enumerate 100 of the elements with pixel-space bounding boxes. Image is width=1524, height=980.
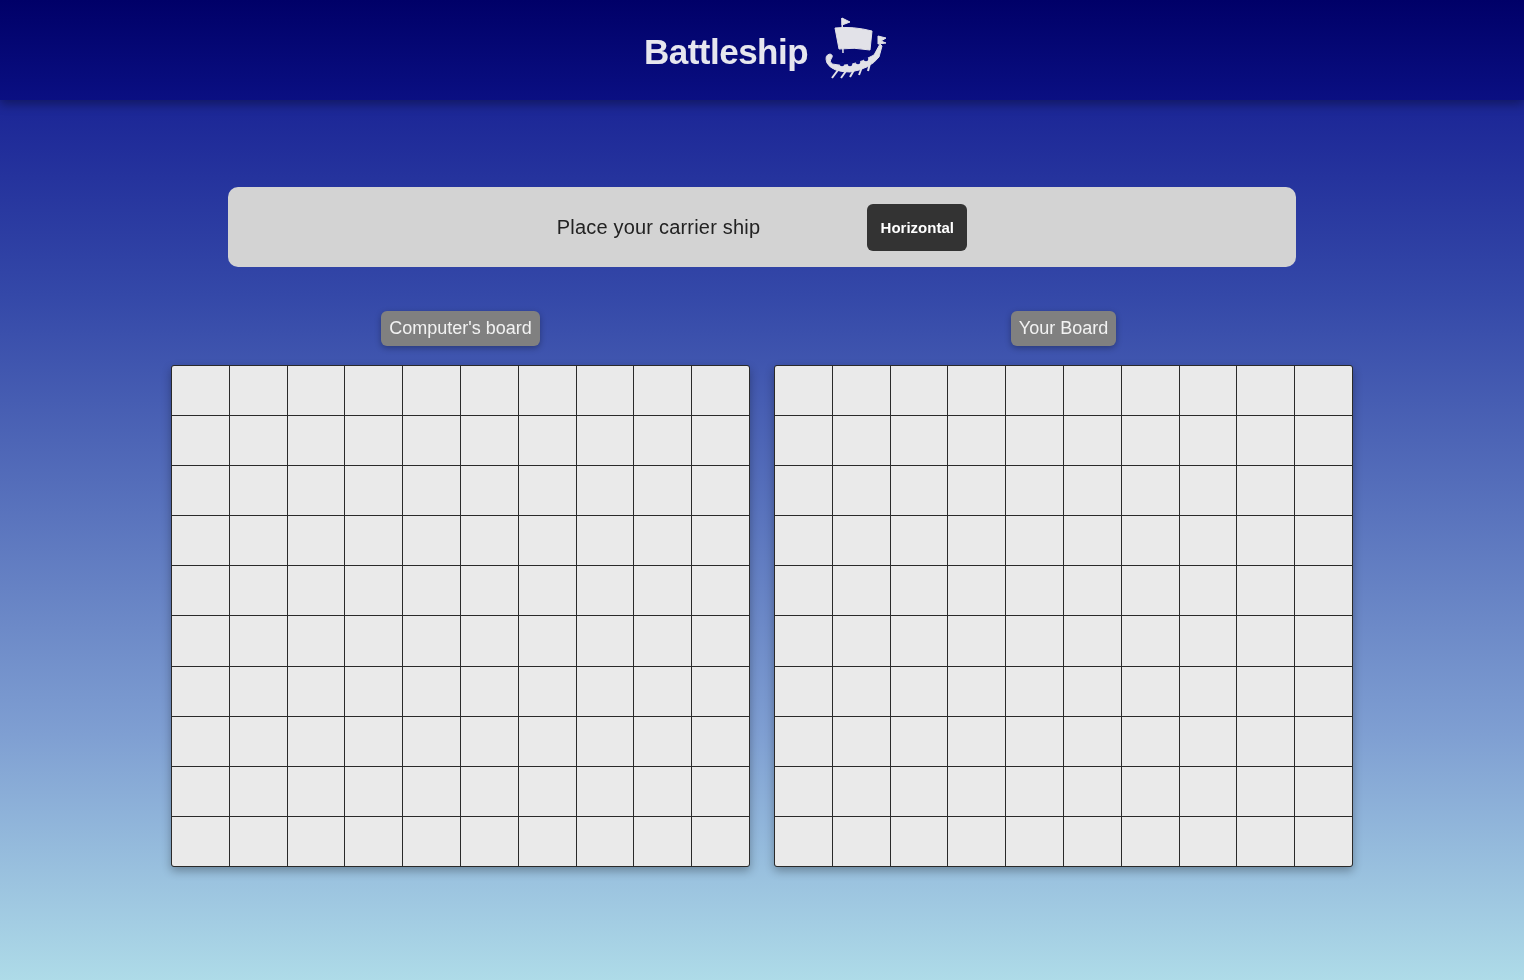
board-cell[interactable] (775, 366, 832, 416)
board-cell[interactable] (1295, 766, 1352, 816)
board-cell[interactable] (518, 616, 576, 666)
board-cell[interactable] (890, 666, 948, 716)
board-cell[interactable] (518, 566, 576, 616)
board-cell[interactable] (172, 766, 229, 816)
board-cell[interactable] (287, 416, 345, 466)
board-cell[interactable] (832, 366, 890, 416)
board-cell[interactable] (1121, 716, 1179, 766)
board-cell[interactable] (403, 766, 460, 816)
board-cell[interactable] (229, 666, 287, 716)
board-cell[interactable] (832, 616, 890, 666)
board-cell[interactable] (1006, 466, 1063, 516)
board-cell[interactable] (775, 666, 832, 716)
board-cell[interactable] (775, 716, 832, 766)
board-cell[interactable] (1295, 816, 1352, 866)
board-cell[interactable] (1295, 616, 1352, 666)
board-cell[interactable] (692, 666, 749, 716)
board-cell[interactable] (1179, 816, 1237, 866)
board-cell[interactable] (634, 716, 692, 766)
board-cell[interactable] (1295, 666, 1352, 716)
board-cell[interactable] (1121, 616, 1179, 666)
board-cell[interactable] (1064, 616, 1121, 666)
board-cell[interactable] (229, 516, 287, 566)
board-cell[interactable] (1121, 566, 1179, 616)
board-cell[interactable] (172, 666, 229, 716)
board-cell[interactable] (775, 766, 832, 816)
board-cell[interactable] (287, 566, 345, 616)
board-cell[interactable] (345, 516, 403, 566)
board-cell[interactable] (1064, 516, 1121, 566)
board-cell[interactable] (345, 716, 403, 766)
board-cell[interactable] (576, 716, 634, 766)
board-cell[interactable] (1006, 616, 1063, 666)
board-cell[interactable] (1237, 816, 1295, 866)
board-cell[interactable] (287, 666, 345, 716)
board-cell[interactable] (1179, 566, 1237, 616)
board-cell[interactable] (634, 766, 692, 816)
board-cell[interactable] (229, 566, 287, 616)
board-cell[interactable] (1295, 566, 1352, 616)
board-cell[interactable] (634, 416, 692, 466)
board-cell[interactable] (948, 416, 1006, 466)
board-cell[interactable] (172, 616, 229, 666)
board-cell[interactable] (287, 366, 345, 416)
board-cell[interactable] (890, 416, 948, 466)
board-cell[interactable] (775, 416, 832, 466)
board-cell[interactable] (403, 816, 460, 866)
board-cell[interactable] (1179, 366, 1237, 416)
board-cell[interactable] (518, 516, 576, 566)
board-cell[interactable] (1064, 366, 1121, 416)
board-cell[interactable] (1237, 616, 1295, 666)
board-cell[interactable] (518, 716, 576, 766)
board-cell[interactable] (461, 766, 518, 816)
board-cell[interactable] (345, 666, 403, 716)
board-cell[interactable] (172, 516, 229, 566)
board-cell[interactable] (832, 816, 890, 866)
board-cell[interactable] (775, 466, 832, 516)
board-cell[interactable] (461, 616, 518, 666)
board-cell[interactable] (1006, 716, 1063, 766)
board-cell[interactable] (345, 416, 403, 466)
board-cell[interactable] (345, 816, 403, 866)
board-cell[interactable] (948, 516, 1006, 566)
board-cell[interactable] (1064, 716, 1121, 766)
board-cell[interactable] (461, 666, 518, 716)
board-cell[interactable] (345, 566, 403, 616)
board-cell[interactable] (948, 366, 1006, 416)
board-cell[interactable] (832, 416, 890, 466)
board-cell[interactable] (692, 516, 749, 566)
board-cell[interactable] (1179, 466, 1237, 516)
board-cell[interactable] (1237, 366, 1295, 416)
board-cell[interactable] (1121, 516, 1179, 566)
board-cell[interactable] (345, 466, 403, 516)
board-cell[interactable] (403, 666, 460, 716)
board-cell[interactable] (832, 766, 890, 816)
board-cell[interactable] (1295, 366, 1352, 416)
board-cell[interactable] (345, 366, 403, 416)
board-cell[interactable] (832, 666, 890, 716)
board-cell[interactable] (287, 516, 345, 566)
board-cell[interactable] (1064, 766, 1121, 816)
board-cell[interactable] (1121, 816, 1179, 866)
board-cell[interactable] (890, 366, 948, 416)
board-cell[interactable] (518, 666, 576, 716)
board-cell[interactable] (890, 566, 948, 616)
board-cell[interactable] (461, 416, 518, 466)
board-cell[interactable] (890, 466, 948, 516)
board-cell[interactable] (403, 466, 460, 516)
board-cell[interactable] (692, 766, 749, 816)
board-cell[interactable] (576, 516, 634, 566)
board-cell[interactable] (1064, 816, 1121, 866)
board-cell[interactable] (1006, 516, 1063, 566)
board-cell[interactable] (287, 616, 345, 666)
board-cell[interactable] (1295, 466, 1352, 516)
board-cell[interactable] (1121, 666, 1179, 716)
board-cell[interactable] (172, 816, 229, 866)
board-cell[interactable] (172, 416, 229, 466)
board-cell[interactable] (229, 716, 287, 766)
board-cell[interactable] (518, 466, 576, 516)
board-cell[interactable] (1237, 416, 1295, 466)
board-cell[interactable] (1006, 566, 1063, 616)
board-cell[interactable] (634, 466, 692, 516)
board-cell[interactable] (775, 616, 832, 666)
